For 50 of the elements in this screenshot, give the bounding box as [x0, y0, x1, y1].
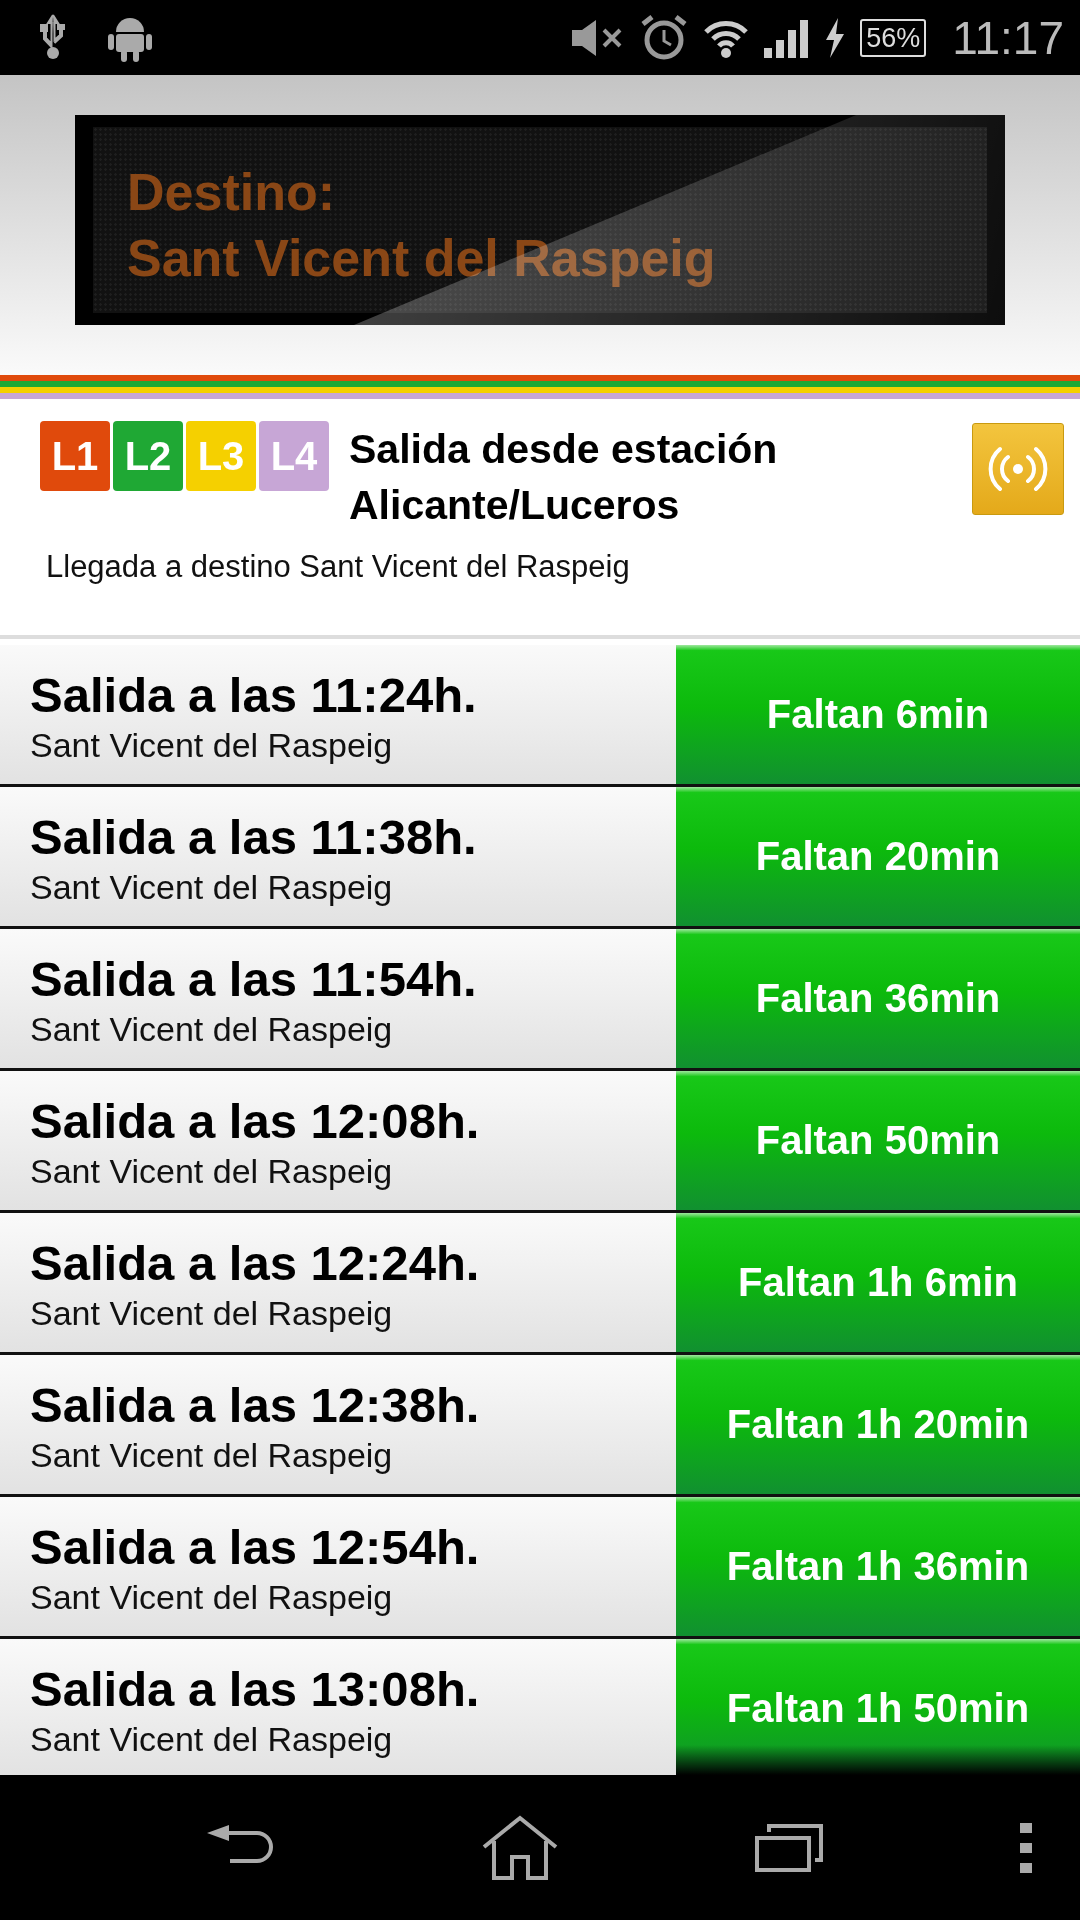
departure-destination: Sant Vicent del Raspeig — [30, 725, 394, 766]
departure-time: Salida a las 13:08h. — [30, 1661, 481, 1717]
broadcast-icon — [988, 444, 1048, 494]
departure-item[interactable]: Salida a las 11:54h. Sant Vicent del Raspeig — [0, 929, 676, 1068]
station-title: Salida desde estación Alicante/Luceros — [349, 425, 779, 530]
departure-destination: Sant Vicent del Raspeig — [30, 1577, 394, 1618]
departure-time: Salida a las 11:38h. — [30, 809, 478, 865]
departure-time: Salida a las 12:54h. — [30, 1519, 481, 1575]
overflow-menu-icon[interactable] — [1020, 1822, 1032, 1873]
battery-indicator: 56% — [860, 18, 927, 57]
clock: 11:17 — [952, 10, 1064, 65]
departure-destination: Sant Vicent del Raspeig — [30, 1293, 394, 1334]
broadcast-button[interactable] — [972, 423, 1064, 515]
departure-destination: Sant Vicent del Raspeig — [30, 1719, 394, 1760]
line-badge: L1 — [40, 421, 110, 491]
departure-time: Salida a las 11:54h. — [30, 951, 478, 1007]
alarm-clock-icon — [640, 13, 689, 62]
time-remaining: Faltan 1h 50min — [726, 1686, 1030, 1731]
departure-time: Salida a las 12:08h. — [30, 1093, 481, 1149]
time-remaining: Faltan 1h 6min — [737, 1260, 1019, 1305]
departure-destination: Sant Vicent del Raspeig — [30, 1009, 394, 1050]
departure-destination: Sant Vicent del Raspeig — [30, 867, 394, 908]
destination-name: Sant Vicent del Raspeig — [127, 228, 717, 289]
departure-time: Salida a las 11:24h. — [30, 667, 478, 723]
departure-item[interactable]: Salida a las 12:08h. Sant Vicent del Raspeig — [0, 1071, 676, 1210]
line-badge: L2 — [113, 421, 183, 491]
departure-item[interactable]: Salida a las 12:24h. Sant Vicent del Raspeig — [0, 1213, 676, 1352]
line-badge: L3 — [186, 421, 256, 491]
departure-time: Salida a las 12:24h. — [30, 1235, 481, 1291]
departure-item[interactable]: Salida a las 11:38h. Sant Vicent del Raspeig — [0, 787, 676, 926]
departure-item[interactable]: Salida a las 13:08h. Sant Vicent del Raspeig — [0, 1639, 676, 1775]
departure-item[interactable]: Salida a las 11:24h. Sant Vicent del Raspeig — [0, 645, 676, 784]
charging-icon — [824, 17, 847, 58]
line-badge: L4 — [259, 421, 329, 491]
time-remaining: Faltan 20min — [755, 834, 1001, 879]
departure-item[interactable]: Salida a las 12:38h. Sant Vicent del Raspeig — [0, 1355, 676, 1494]
departure-destination: Sant Vicent del Raspeig — [30, 1151, 394, 1192]
time-remaining: Faltan 1h 36min — [726, 1544, 1030, 1589]
destination-label: Destino: — [127, 162, 336, 223]
time-remaining: Faltan 1h 20min — [726, 1402, 1030, 1447]
time-remaining: Faltan 6min — [766, 692, 990, 737]
time-remaining: Faltan 50min — [755, 1118, 1001, 1163]
home-icon[interactable] — [480, 1814, 560, 1881]
signal-icon — [764, 17, 811, 58]
departure-time: Salida a las 12:38h. — [30, 1377, 481, 1433]
time-remaining: Faltan 36min — [755, 976, 1001, 1021]
departure-destination: Sant Vicent del Raspeig — [30, 1435, 394, 1476]
recent-apps-icon[interactable] — [755, 1823, 825, 1872]
departure-item[interactable]: Salida a las 12:54h. Sant Vicent del Raspeig — [0, 1497, 676, 1636]
arrival-destination: Llegada a destino Sant Vicent del Raspeig — [46, 549, 631, 585]
